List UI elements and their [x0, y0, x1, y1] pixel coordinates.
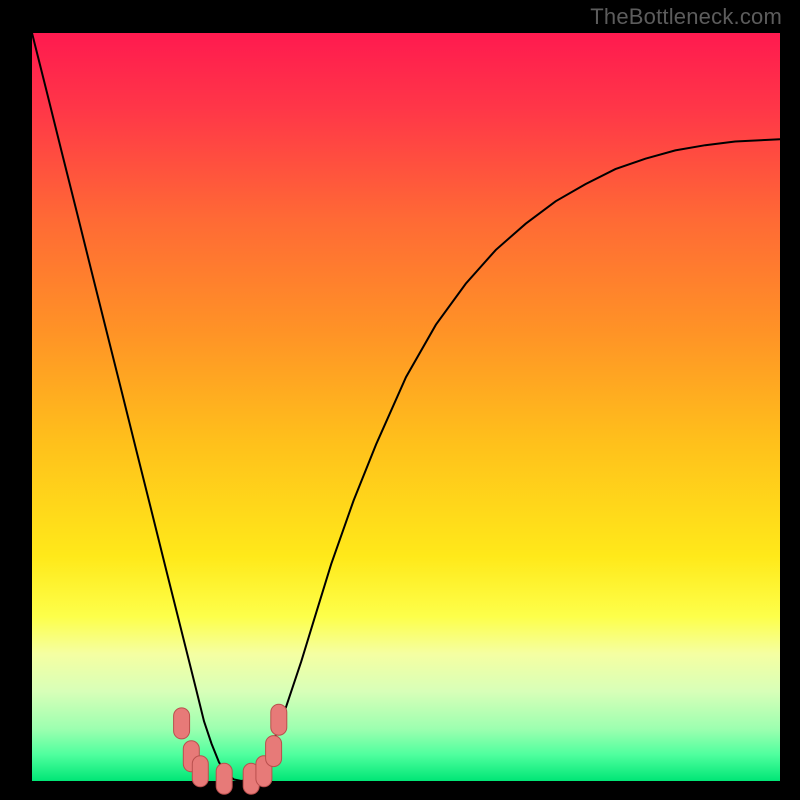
marker-dot: [271, 704, 287, 735]
marker-dot: [174, 708, 190, 739]
marker-dot: [216, 763, 232, 794]
marker-dot: [192, 756, 208, 787]
marker-dot: [266, 736, 282, 767]
bottleneck-plot: [0, 0, 800, 800]
gradient-background: [32, 33, 780, 781]
chart-frame: TheBottleneck.com: [0, 0, 800, 800]
